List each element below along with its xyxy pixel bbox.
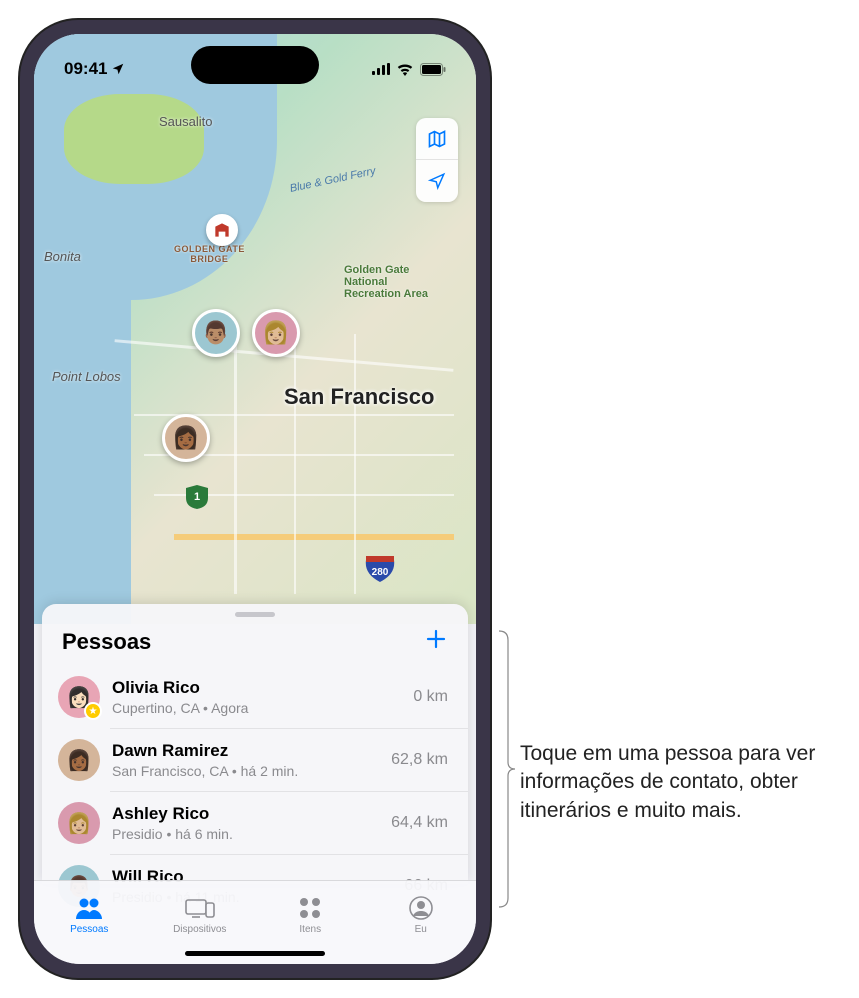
location-services-icon [111,62,125,76]
highway-shield-1: 1 [184,484,210,510]
map-label-city: San Francisco [284,384,434,410]
location-arrow-icon [428,172,446,190]
people-icon [74,897,104,919]
person-distance: 0 km [413,688,448,706]
avatar-wrap: 👩🏼 [58,802,100,844]
tab-label: Pessoas [70,924,108,935]
person-name: Dawn Ramirez [112,740,379,761]
avatar-pin-dawn[interactable]: 👩🏾 [162,414,210,462]
person-distance: 64,4 km [391,814,448,832]
person-distance: 62,8 km [391,751,448,769]
favorite-star-icon: ★ [84,702,102,720]
map-mode-button[interactable] [416,118,458,160]
add-person-button[interactable] [424,627,448,656]
battery-icon [420,63,446,76]
person-name: Ashley Rico [112,803,379,824]
person-name: Olivia Rico [112,677,401,698]
person-row[interactable]: 👩🏾 Dawn Ramirez San Francisco, CA • há 2… [110,728,468,791]
svg-text:1: 1 [194,491,200,503]
avatar-pin-ashley[interactable]: 👩🏼 [252,309,300,357]
tab-people[interactable]: Pessoas [34,881,145,942]
highway-shield-280: 280 [364,554,396,584]
map-label-ferry: Blue & Gold Ferry [289,165,377,195]
sheet-grabber[interactable] [235,612,275,617]
tab-label: Itens [299,924,321,935]
map-label-golden-gate-bridge: GOLDEN GATE BRIDGE [174,244,245,264]
bridge-pin[interactable] [206,214,238,246]
person-text: Olivia Rico Cupertino, CA • Agora [112,677,401,716]
phone-frame: 09:41 Sausalito [20,20,490,978]
phone-screen: 09:41 Sausalito [34,34,476,964]
annotation-text: Toque em uma pessoa para ver informações… [520,740,850,825]
person-row[interactable]: 👩🏼 Ashley Rico Presidio • há 6 min. 64,4… [110,791,468,854]
map[interactable]: Sausalito Bonita Point Lobos GOLDEN GATE… [34,34,476,624]
map-label-bonita: Bonita [44,249,81,264]
map-label-point-lobos: Point Lobos [52,369,121,384]
tab-items[interactable]: Itens [255,881,366,942]
annotation-bracket [498,630,516,908]
person-text: Ashley Rico Presidio • há 6 min. [112,803,379,842]
cellular-signal-icon [372,63,390,75]
avatar-wrap: 👩🏻 ★ [58,676,100,718]
person-row[interactable]: 👩🏻 ★ Olivia Rico Cupertino, CA • Agora 0… [42,666,468,728]
avatar-pin-will[interactable]: 👨🏽 [192,309,240,357]
tab-me[interactable]: Eu [366,881,477,942]
person-location: San Francisco, CA • há 2 min. [112,762,379,780]
map-icon [427,129,447,149]
dynamic-island [191,46,319,84]
avatar: 👩🏼 [58,802,100,844]
avatar-wrap: 👩🏾 [58,739,100,781]
person-location: Cupertino, CA • Agora [112,699,401,717]
tab-devices[interactable]: Dispositivos [145,881,256,942]
person-location: Presidio • há 6 min. [112,825,379,843]
map-controls [416,118,458,202]
locate-me-button[interactable] [416,160,458,202]
person-text: Dawn Ramirez San Francisco, CA • há 2 mi… [112,740,379,779]
person-circle-icon [409,896,433,920]
people-sheet[interactable]: Pessoas 👩🏻 ★ Olivia Rico Cupertino, CA •… [42,604,468,884]
svg-text:280: 280 [372,567,389,578]
home-indicator[interactable] [185,951,325,956]
map-label-recreation-area: Golden Gate National Recreation Area [344,264,428,300]
wifi-icon [396,63,414,76]
tab-label: Dispositivos [173,924,226,935]
avatar: 👩🏾 [58,739,100,781]
items-icon [299,897,321,919]
sheet-title: Pessoas [62,629,151,655]
map-label-sausalito: Sausalito [159,114,212,129]
status-time: 09:41 [64,59,107,79]
tab-label: Eu [415,924,427,935]
plus-icon [424,627,448,651]
devices-icon [184,898,216,918]
